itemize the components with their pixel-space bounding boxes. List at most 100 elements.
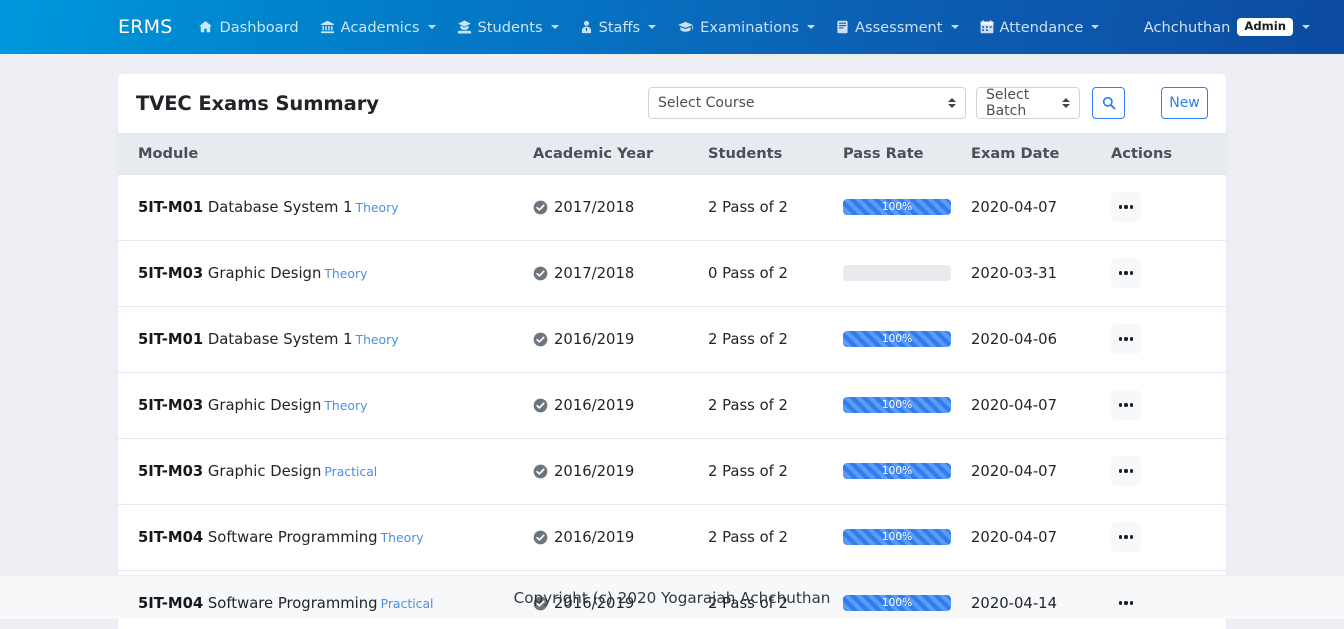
column-header-module: Module (118, 133, 533, 175)
ellipsis-icon (1130, 337, 1134, 341)
course-select[interactable]: Select Course (648, 87, 966, 119)
table-row: 5IT-M01 Database System 1 Theory 2016/2019… (118, 306, 1226, 373)
pass-rate-progress: 100% (843, 595, 951, 611)
nav-item-label: Staffs (598, 18, 641, 36)
ellipsis-icon (1118, 535, 1122, 539)
module-name: Database System 1 (207, 330, 353, 348)
book-icon (836, 20, 849, 34)
user-name: Achchuthan (1143, 18, 1231, 36)
module-code: 5IT-M03 (138, 396, 204, 414)
batch-select[interactable]: Select Batch (976, 87, 1080, 119)
row-actions-button[interactable] (1111, 324, 1141, 354)
check-circle-icon (533, 200, 548, 215)
new-button[interactable]: New (1161, 87, 1208, 119)
select-arrows-icon (1062, 98, 1070, 108)
module-name: Graphic Design (207, 264, 322, 282)
nav-item-dashboard[interactable]: Dashboard (198, 19, 299, 36)
cell-exam-date: 2020-04-07 (971, 174, 1111, 241)
chevron-down-icon (806, 25, 815, 29)
module-name: Graphic Design (207, 396, 322, 414)
chevron-down-icon (950, 25, 959, 29)
nav-item-staffs[interactable]: Staffs (580, 19, 657, 36)
ellipsis-icon (1124, 469, 1128, 473)
cell-pass-rate: 100% (843, 306, 971, 373)
user-tie-icon (580, 20, 593, 34)
copyright-text: Copyright (c) 2020 Yogarajah Achchuthan (513, 588, 831, 607)
cell-exam-date: 2020-04-07 (971, 372, 1111, 439)
ellipsis-icon (1130, 469, 1134, 473)
module-code: 5IT-M04 (138, 594, 204, 612)
row-actions-button[interactable] (1111, 522, 1141, 552)
nav-item-academics[interactable]: Academics (320, 19, 436, 36)
ellipsis-icon (1130, 205, 1134, 209)
nav-item-assessment[interactable]: Assessment (836, 19, 959, 36)
calendar-icon (980, 20, 994, 34)
table-row: 5IT-M03 Graphic Design Practical 2016/2019… (118, 438, 1226, 505)
module-type[interactable]: Theory (324, 266, 367, 281)
column-header-students: Students (708, 133, 843, 175)
nav-item-label: Academics (340, 18, 420, 36)
cell-academic-year: 2016/2019 (533, 438, 708, 505)
cell-students: 2 Pass of 2 (708, 504, 843, 571)
ellipsis-icon (1124, 205, 1128, 209)
nav-item-attendance[interactable]: Attendance (980, 19, 1100, 36)
exams-table: Module Academic Year Students Pass Rate … (118, 133, 1226, 629)
chevron-down-icon (648, 25, 657, 29)
nav-item-students[interactable]: Students (457, 19, 559, 36)
cell-module: 5IT-M03 Graphic Design Theory (118, 372, 533, 439)
module-type[interactable]: Theory (356, 332, 399, 347)
table-row: 5IT-M03 Graphic Design Theory 2017/2018 0 P… (118, 240, 1226, 307)
brand-logo[interactable]: ERMS (118, 16, 172, 38)
module-type[interactable]: Theory (324, 398, 367, 413)
exams-summary-card: TVEC Exams Summary Select Course Select … (118, 74, 1226, 629)
cell-pass-rate: 100% (843, 372, 971, 439)
module-type[interactable]: Practical (324, 464, 377, 479)
module-type[interactable]: Theory (356, 200, 399, 215)
chevron-down-icon[interactable] (1302, 25, 1310, 29)
row-actions-button[interactable] (1111, 456, 1141, 486)
check-circle-icon (533, 464, 548, 479)
cell-actions (1111, 438, 1226, 505)
cell-exam-date: 2020-04-06 (971, 306, 1111, 373)
academic-year-text: 2016/2019 (554, 396, 635, 414)
cell-students: 0 Pass of 2 (708, 240, 843, 307)
cell-actions (1111, 240, 1226, 307)
cell-pass-rate: 100% (843, 438, 971, 505)
chevron-down-icon (550, 25, 559, 29)
nav-item-label: Assessment (854, 18, 943, 36)
ellipsis-icon (1124, 535, 1128, 539)
column-header-actions: Actions (1111, 133, 1226, 175)
cell-module: 5IT-M01 Database System 1 Theory (118, 306, 533, 373)
row-actions-button[interactable] (1111, 258, 1141, 288)
table-head: Module Academic Year Students Pass Rate … (118, 133, 1226, 175)
page-title: TVEC Exams Summary (136, 91, 379, 115)
user-menu[interactable]: Achchuthan Admin (1144, 18, 1326, 36)
nav-item-examinations[interactable]: Examinations (677, 19, 815, 36)
ellipsis-icon (1124, 337, 1128, 341)
cell-exam-date: 2020-04-07 (971, 438, 1111, 505)
page-body: TVEC Exams Summary Select Course Select … (0, 54, 1344, 629)
module-type[interactable]: Theory (381, 530, 424, 545)
module-name: Database System 1 (207, 198, 353, 216)
ellipsis-icon (1118, 469, 1122, 473)
chevron-down-icon (427, 25, 436, 29)
module-code: 5IT-M01 (138, 198, 204, 216)
graduation-icon (677, 20, 694, 34)
row-actions-button[interactable] (1111, 390, 1141, 420)
cell-students: 2 Pass of 2 (708, 438, 843, 505)
row-actions-button[interactable] (1111, 192, 1141, 222)
ellipsis-icon (1118, 403, 1122, 407)
search-button[interactable] (1092, 87, 1125, 119)
cell-module: 5IT-M03 Graphic Design Practical (118, 438, 533, 505)
cell-pass-rate (843, 240, 971, 307)
table-row: 5IT-M04 Software Programming Theory 2016/2… (118, 504, 1226, 571)
cell-pass-rate: 100% (843, 174, 971, 241)
cell-academic-year: 2017/2018 (533, 240, 708, 307)
check-circle-icon (533, 266, 548, 281)
course-select-value: Select Course (658, 95, 755, 111)
ellipsis-icon (1130, 271, 1134, 275)
ellipsis-icon (1118, 337, 1122, 341)
cell-actions (1111, 372, 1226, 439)
module-type[interactable]: Practical (381, 596, 434, 611)
bank-icon (320, 20, 335, 34)
